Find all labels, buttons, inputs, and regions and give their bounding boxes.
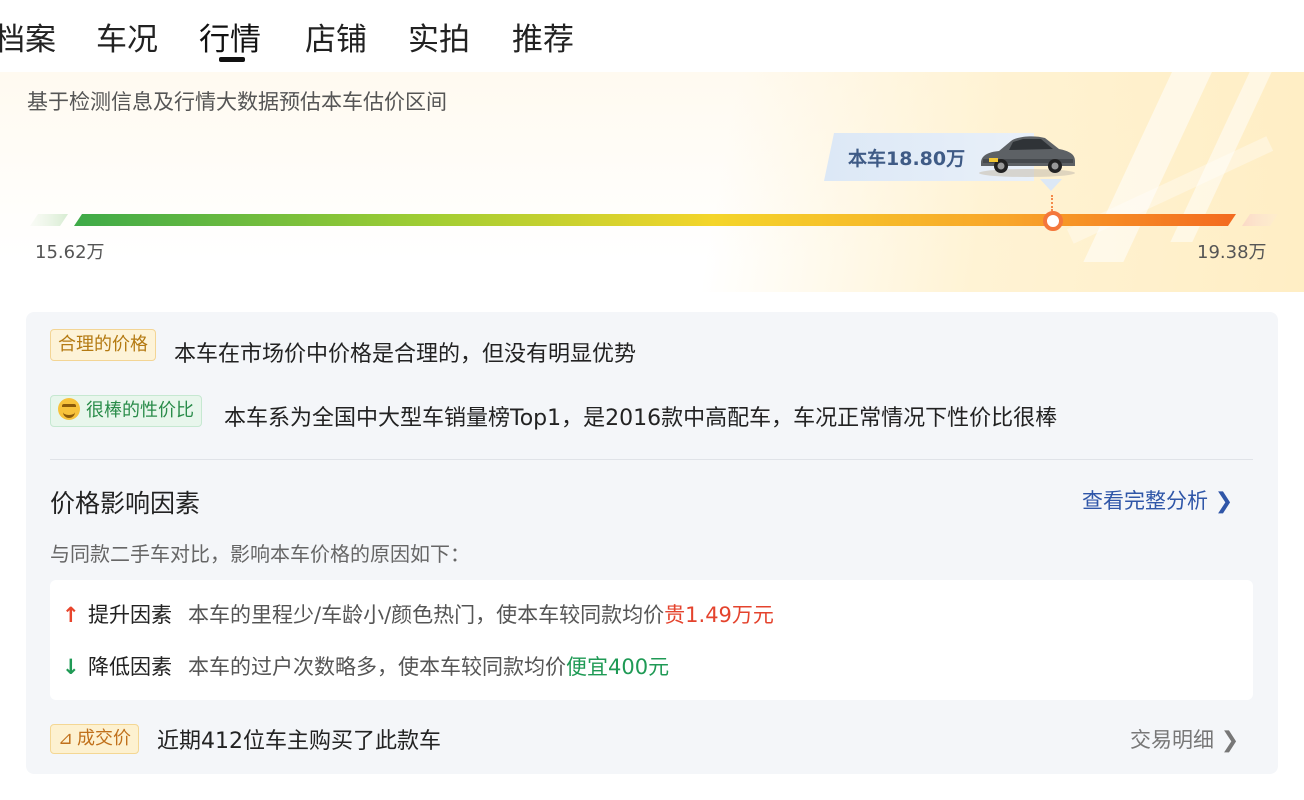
tab-photos[interactable]: 实拍 [408, 14, 470, 59]
factor-down-value: 便宜400元 [566, 655, 670, 679]
tab-archive[interactable]: 档案 [0, 14, 56, 59]
price-range-max: 19.38万 [1197, 242, 1267, 263]
factor-up-label: 提升因素 [88, 603, 172, 627]
full-analysis-link[interactable]: 查看完整分析 ❯ [1082, 485, 1233, 515]
price-tag-icon: ⊿ [58, 728, 74, 749]
this-car-price-label: 本车18.80万 [848, 148, 966, 170]
factors-list: ↑ 提升因素 本车的里程少/车龄小/颜色热门，使本车较同款均价贵1.49万元 ↓ 降低… [50, 580, 1253, 700]
price-tag-pointer [1040, 179, 1062, 191]
factors-title: 价格影响因素 [50, 489, 201, 518]
chevron-right-icon: ❯ [1214, 489, 1234, 514]
factors-description: 与同款二手车对比，影响本车价格的原因如下： [50, 542, 470, 566]
price-estimate-banner: 基于检测信息及行情大数据预估本车估价区间 [0, 72, 1304, 292]
tab-store[interactable]: 店铺 [305, 14, 367, 59]
factor-up-desc: 本车的里程少/车龄小/颜色热门，使本车较同款均价 [188, 603, 665, 627]
chevron-right-icon: ❯ [1220, 728, 1240, 753]
this-car-price-marker [1043, 211, 1063, 231]
decoration-stripe [1083, 72, 1217, 262]
tab-bar: 档案 车况 行情 店铺 实拍 推荐 [0, 0, 1304, 70]
arrow-down-icon: ↓ [62, 655, 80, 679]
factor-down-row: ↓ 降低因素 本车的过户次数略多，使本车较同款均价便宜400元 [62, 651, 669, 681]
car-image [979, 136, 1075, 177]
reasonable-price-badge: 合理的价格 [50, 329, 156, 361]
factor-up-value: 贵1.49万元 [664, 603, 774, 627]
great-value-text: 本车系为全国中大型车销量榜Top1，是2016款中高配车，车况正常情况下性价比很… [224, 406, 1058, 431]
trade-detail-link[interactable]: 交易明细 ❯ [1130, 724, 1239, 754]
factor-down-desc: 本车的过户次数略多，使本车较同款均价 [188, 655, 566, 679]
reasonable-price-text: 本车在市场价中价格是合理的，但没有明显优势 [174, 342, 637, 367]
factor-up-row: ↑ 提升因素 本车的里程少/车龄小/颜色热门，使本车较同款均价贵1.49万元 [62, 599, 774, 629]
recent-buyers-text: 近期412位车主购买了此款车 [157, 729, 441, 754]
great-value-badge-label: 很棒的性价比 [86, 400, 194, 421]
full-analysis-label: 查看完整分析 [1082, 489, 1208, 513]
trade-detail-label: 交易明细 [1130, 728, 1214, 752]
deal-price-badge: ⊿ 成交价 [50, 724, 139, 754]
price-marker-line [1051, 195, 1053, 211]
tab-market[interactable]: 行情 [199, 14, 261, 59]
factor-down-label: 降低因素 [88, 655, 172, 679]
smile-icon [58, 398, 80, 420]
tab-recommend[interactable]: 推荐 [512, 14, 574, 59]
deal-price-badge-label: 成交价 [77, 728, 131, 749]
estimate-subtitle: 基于检测信息及行情大数据预估本车估价区间 [27, 90, 447, 114]
price-range-min: 15.62万 [35, 242, 105, 263]
arrow-up-icon: ↑ [62, 603, 80, 627]
divider [50, 459, 1253, 460]
price-range-bar [30, 214, 1278, 226]
tab-condition[interactable]: 车况 [96, 14, 158, 59]
great-value-badge: 很棒的性价比 [50, 395, 202, 427]
tab-active-indicator [219, 57, 245, 62]
